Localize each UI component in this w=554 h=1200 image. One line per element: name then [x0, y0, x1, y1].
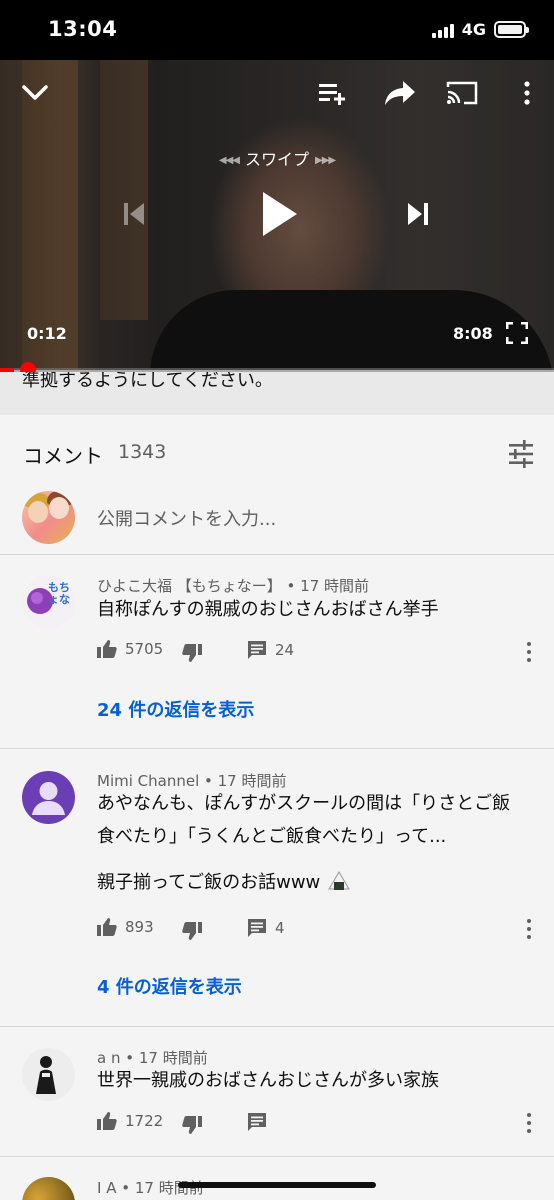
reply-icon	[248, 641, 266, 659]
like-count: 1722	[125, 1112, 164, 1130]
signal-icon	[431, 22, 454, 38]
view-replies-link[interactable]: 4 件の返信を表示	[97, 973, 242, 999]
swipe-left-arrows-icon: ◀◀◀	[218, 155, 240, 166]
play-icon[interactable]	[256, 188, 302, 240]
home-indicator[interactable]	[178, 1182, 376, 1188]
reply-icon	[248, 919, 266, 937]
reply-icon	[248, 1113, 266, 1131]
previous-icon[interactable]	[118, 198, 150, 230]
reply-button[interactable]: 24	[247, 640, 294, 660]
reply-button[interactable]	[247, 1112, 267, 1132]
network-label: 4G	[461, 20, 486, 39]
next-icon[interactable]	[402, 198, 434, 230]
status-bar: 13:04 4G	[0, 0, 554, 60]
avatar	[22, 771, 75, 824]
description-snippet[interactable]: 準拠するようにしてください。	[0, 372, 554, 415]
thumbs-up-icon	[97, 918, 117, 936]
view-replies-link[interactable]: 24 件の返信を表示	[97, 696, 254, 722]
dislike-button[interactable]	[182, 921, 202, 941]
comment-text: あやなんも、ぽんすがスクールの間は「りさとご飯 食べたり」「うくんとご飯食べたり…	[97, 787, 537, 853]
comment-text-line: 親子揃ってご飯のお話www	[97, 872, 321, 893]
swipe-right-arrows-icon: ▶▶▶	[315, 155, 336, 166]
comment-text-extra: 親子揃ってご飯のお話www	[97, 866, 537, 899]
fullscreen-icon[interactable]	[504, 320, 530, 346]
comments-header: コメント 1343	[0, 415, 554, 487]
avatar	[22, 491, 75, 544]
reply-button[interactable]: 4	[247, 918, 285, 938]
comment-text: 自称ぽんすの親戚のおじさんおばさん挙手	[97, 599, 439, 620]
current-time: 0:12	[27, 324, 67, 343]
comment-text: 世界一親戚のおばさんおじさんが多い家族	[97, 1070, 439, 1091]
avatar	[22, 1177, 75, 1200]
thumbs-down-icon	[182, 922, 202, 940]
comment-text-line: あやなんも、ぽんすがスクールの間は「りさとご飯	[97, 793, 511, 814]
like-count: 893	[125, 918, 154, 936]
video-duration: 8:08	[453, 324, 493, 343]
comment-item: I A • 17 時間前	[0, 1157, 554, 1200]
like-count: 5705	[125, 640, 164, 658]
swipe-label: スワイプ	[244, 150, 309, 169]
rice-ball-icon	[328, 871, 350, 890]
comment-text-line: 食べたり」「うくんとご飯食べたり」って...	[97, 826, 447, 847]
swipe-hint: ◀◀◀ スワイプ ▶▶▶	[0, 146, 554, 170]
add-comment-row[interactable]: 公開コメントを入力...	[0, 487, 554, 555]
comment-input[interactable]: 公開コメントを入力...	[97, 505, 276, 531]
reply-count: 24	[275, 641, 295, 659]
comments-count: 1343	[118, 441, 167, 463]
comment-item: a n • 17 時間前 世界一親戚のおばさんおじさんが多い家族 1722	[0, 1027, 554, 1157]
video-player[interactable]: ◀◀◀ スワイプ ▶▶▶ 0:12 8:08	[0, 60, 554, 370]
thumbs-down-icon	[182, 1116, 202, 1134]
like-button[interactable]: 5705	[97, 639, 163, 659]
share-icon[interactable]	[383, 76, 417, 110]
more-options-icon[interactable]	[518, 78, 536, 108]
battery-icon	[494, 21, 529, 38]
comment-item: Mimi Channel • 17 時間前 あやなんも、ぽんすがスクールの間は「…	[0, 749, 554, 1027]
status-time: 13:04	[48, 17, 118, 41]
minimize-chevron-icon[interactable]	[18, 76, 52, 110]
thumbs-down-icon	[182, 644, 202, 662]
cast-icon[interactable]	[445, 76, 479, 110]
dislike-button[interactable]	[182, 643, 202, 663]
status-indicators: 4G	[431, 20, 529, 39]
comment-more-icon[interactable]	[519, 917, 539, 941]
like-button[interactable]: 893	[97, 917, 154, 937]
dislike-button[interactable]	[182, 1115, 202, 1135]
comment-more-icon[interactable]	[519, 1111, 539, 1135]
comments-title: コメント	[23, 444, 103, 468]
avatar-text: もちょな	[48, 581, 70, 606]
avatar	[22, 1048, 75, 1101]
sort-filter-icon[interactable]	[506, 439, 536, 469]
add-to-playlist-icon[interactable]	[318, 78, 350, 108]
comment-more-icon[interactable]	[519, 640, 539, 664]
avatar: もちょな	[22, 575, 75, 628]
description-text: 準拠するようにしてください。	[22, 372, 273, 391]
thumbs-up-icon	[97, 640, 117, 658]
comment-item: もちょな ひよこ大福 【もちょなー】 • 17 時間前 自称ぽんすの親戚のおじさ…	[0, 555, 554, 749]
thumbs-up-icon	[97, 1112, 117, 1130]
reply-count: 4	[275, 919, 285, 937]
like-button[interactable]: 1722	[97, 1111, 163, 1131]
